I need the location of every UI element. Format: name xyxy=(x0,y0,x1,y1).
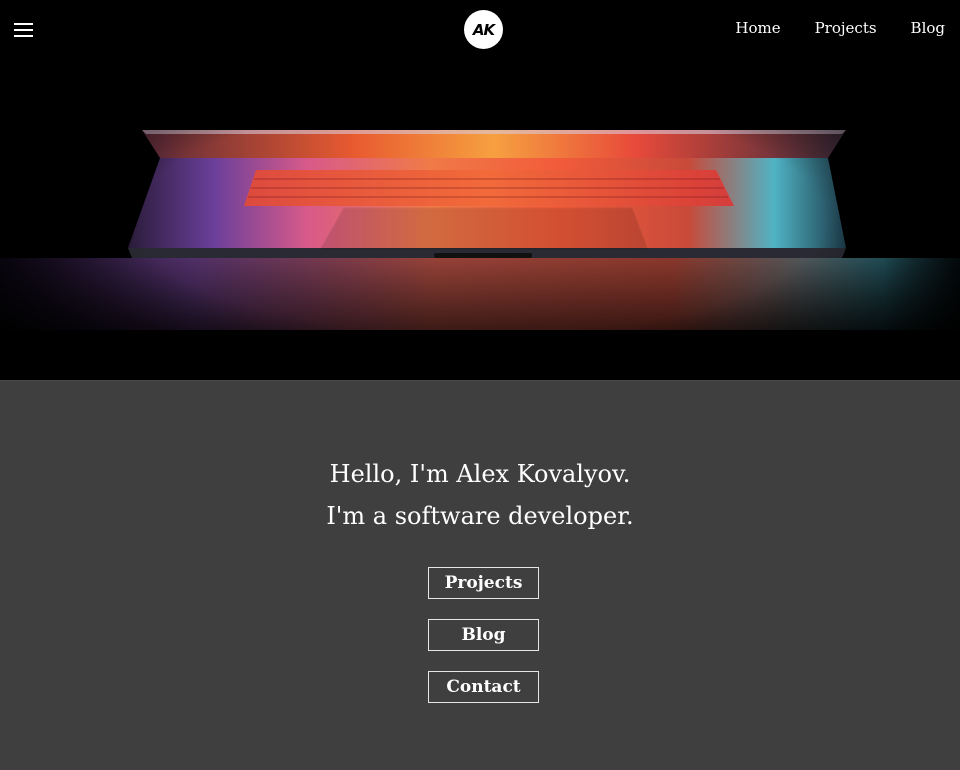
menu-line xyxy=(14,29,33,31)
menu-line xyxy=(14,35,33,37)
laptop-photo xyxy=(0,58,960,380)
nav-projects-link[interactable]: Projects xyxy=(815,19,877,37)
blog-button[interactable]: Blog xyxy=(428,619,539,651)
top-bar: AK Home Projects Blog xyxy=(0,0,960,58)
nav-blog-link[interactable]: Blog xyxy=(911,19,945,37)
contact-button[interactable]: Contact xyxy=(428,671,539,703)
nav-home-link[interactable]: Home xyxy=(735,19,780,37)
role-text: I'm a software developer. xyxy=(326,502,634,530)
greeting-text: Hello, I'm Alex Kovalyov. xyxy=(329,460,631,488)
menu-line xyxy=(14,23,33,25)
hero-image xyxy=(0,58,960,380)
projects-button[interactable]: Projects xyxy=(428,567,539,599)
intro-section: Hello, I'm Alex Kovalyov. I'm a software… xyxy=(0,380,960,770)
hamburger-menu-icon[interactable] xyxy=(14,22,34,38)
main-nav: Home Projects Blog xyxy=(701,19,945,37)
site-logo[interactable]: AK xyxy=(464,10,503,49)
